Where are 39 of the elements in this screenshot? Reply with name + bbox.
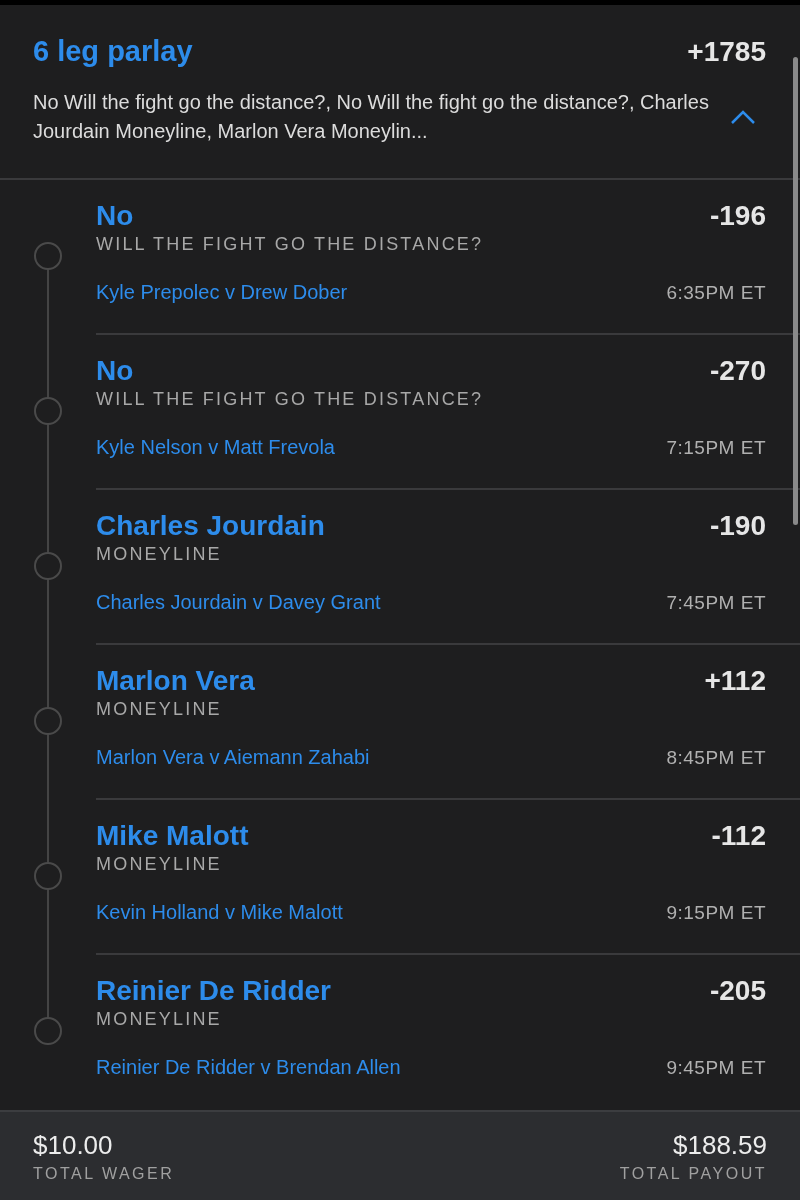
leg-time: 7:45PM ET <box>666 592 766 614</box>
payout-amount: $188.59 <box>673 1130 767 1161</box>
leg-matchup[interactable]: Kevin Holland v Mike Malott <box>96 901 343 924</box>
leg-pick: Marlon Vera <box>96 665 255 697</box>
parlay-odds: +1785 <box>687 36 766 68</box>
leg-matchup[interactable]: Charles Jourdain v Davey Grant <box>96 591 381 614</box>
chevron-up-icon[interactable] <box>730 109 756 125</box>
leg-pick: Charles Jourdain <box>96 510 325 542</box>
leg-odds: -196 <box>709 200 766 232</box>
leg-odds: -270 <box>709 355 766 387</box>
leg-odds: -190 <box>709 510 766 542</box>
leg-matchup[interactable]: Reinier De Ridder v Brendan Allen <box>96 1056 401 1079</box>
leg-market: WILL THE FIGHT GO THE DISTANCE? <box>96 234 485 255</box>
parlay-summary: No Will the fight go the distance?, No Will the fight go the distance?, Charles Jourdain Moneyline, Marlon Vera Moneylin... <box>33 90 710 144</box>
leg-market: MONEYLINE <box>96 699 223 720</box>
leg-market: MONEYLINE <box>96 544 223 565</box>
scrollbar-thumb[interactable] <box>793 57 798 525</box>
leg-market: MONEYLINE <box>96 854 223 875</box>
leg-market: MONEYLINE <box>96 1009 223 1030</box>
leg-odds: +112 <box>704 665 766 697</box>
leg-pick: No <box>96 355 134 387</box>
leg-matchup[interactable]: Marlon Vera v Aiemann Zahabi <box>96 746 370 769</box>
parlay-title: 6 leg parlay <box>33 35 193 68</box>
leg-odds: -112 <box>711 820 766 852</box>
leg-time: 9:15PM ET <box>666 902 766 924</box>
leg-time: 8:45PM ET <box>666 747 766 769</box>
leg-time: 6:35PM ET <box>666 282 766 304</box>
leg-pick: Mike Malott <box>96 820 249 852</box>
leg-matchup[interactable]: Kyle Prepolec v Drew Dober <box>96 281 348 304</box>
leg-time: 7:15PM ET <box>666 437 766 459</box>
wager-amount: $10.00 <box>33 1130 113 1161</box>
leg-pick: Reinier De Ridder <box>96 975 331 1007</box>
payout-label: TOTAL PAYOUT <box>619 1165 767 1183</box>
wager-label: TOTAL WAGER <box>33 1165 175 1183</box>
leg-time: 9:45PM ET <box>666 1057 766 1079</box>
leg-odds: -205 <box>709 975 766 1007</box>
leg-pick: No <box>96 200 134 232</box>
leg-market: WILL THE FIGHT GO THE DISTANCE? <box>96 389 485 410</box>
leg-matchup[interactable]: Kyle Nelson v Matt Frevola <box>96 436 335 459</box>
